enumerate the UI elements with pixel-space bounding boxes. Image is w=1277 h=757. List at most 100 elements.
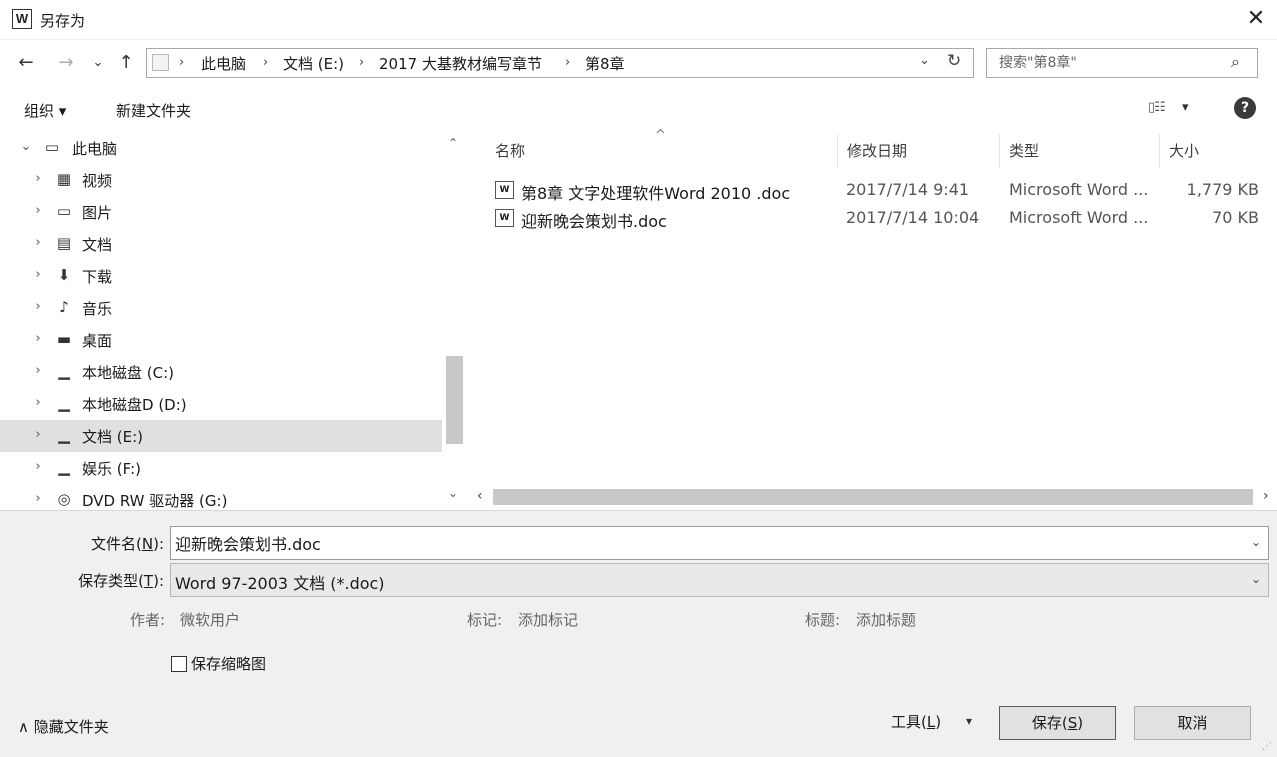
forward-button[interactable]: →	[54, 50, 78, 76]
breadcrumb-this-pc[interactable]: 此电脑	[201, 53, 246, 74]
breadcrumb-separator: ›	[359, 55, 365, 70]
title-field[interactable]: 添加标题	[856, 609, 916, 630]
scroll-left-icon[interactable]: ‹	[477, 488, 483, 504]
author-field[interactable]: 微软用户	[180, 609, 240, 630]
chevron-right-icon[interactable]: ›	[32, 395, 44, 410]
breadcrumb-chapter-8[interactable]: 第8章	[585, 53, 625, 74]
tree-item[interactable]: › ▁ 文档 (E:)	[0, 420, 442, 452]
breadcrumb-textbook-folder[interactable]: 2017 大基教材编写章节	[379, 53, 542, 74]
scrollbar-thumb[interactable]	[446, 356, 463, 444]
tree-item[interactable]: › ▁ 本地磁盘 (C:)	[0, 356, 442, 388]
organize-button[interactable]: 组织 ▾	[24, 100, 66, 121]
help-icon[interactable]: ?	[1234, 97, 1256, 119]
tree-item[interactable]: › ▤ 文档	[0, 228, 442, 260]
tree-item[interactable]: › ◎ DVD RW 驱动器 (G:)	[0, 484, 442, 510]
tools-button[interactable]: 工具(L)	[891, 711, 941, 732]
save-button[interactable]: 保存(S)	[999, 706, 1116, 740]
column-divider[interactable]	[837, 134, 838, 168]
recent-locations-button[interactable]: ⌄	[86, 50, 110, 76]
tree-item[interactable]: › ▁ 娱乐 (F:)	[0, 452, 442, 484]
filename-combobox[interactable]: ⌄	[170, 526, 1269, 560]
scroll-right-icon[interactable]: ›	[1263, 488, 1269, 504]
scroll-up-icon[interactable]: ⌃	[448, 136, 458, 150]
search-input[interactable]	[999, 53, 1219, 73]
chevron-right-icon[interactable]: ›	[32, 459, 44, 474]
view-options-icon[interactable]: ▯☷	[1148, 100, 1166, 115]
scrollbar-thumb[interactable]	[493, 489, 1253, 505]
file-list: ^ 名称 修改日期 类型 大小 W 第8章 文字处理软件Word 2010 .d…	[467, 128, 1277, 510]
filename-input[interactable]	[175, 532, 1235, 554]
new-folder-button[interactable]: 新建文件夹	[116, 100, 191, 121]
search-icon[interactable]: ⌕	[1231, 52, 1240, 72]
drive-icon: ▁	[58, 426, 70, 444]
breadcrumb-separator: ›	[179, 55, 185, 70]
tree-item[interactable]: › ▭ 图片	[0, 196, 442, 228]
tree-item[interactable]: ⌄ ▭ 此电脑	[0, 132, 442, 164]
chevron-right-icon[interactable]: ›	[32, 203, 44, 218]
file-row[interactable]: W 迎新晚会策划书.doc 2017/7/14 10:04 Microsoft …	[487, 205, 1277, 233]
tree-item-label: 本地磁盘D (D:)	[82, 396, 187, 414]
chevron-right-icon[interactable]: ›	[32, 267, 44, 282]
search-box[interactable]: ⌕	[986, 48, 1258, 78]
tree-item-label: 桌面	[82, 332, 113, 350]
chevron-right-icon[interactable]: ›	[32, 299, 44, 314]
chevron-right-icon[interactable]: ›	[32, 171, 44, 186]
column-header-size[interactable]: 大小	[1169, 140, 1199, 161]
up-button[interactable]: ↑	[114, 50, 138, 76]
tree-item[interactable]: › ▦ 视频	[0, 164, 442, 196]
documents-folder-icon: ▤	[56, 234, 72, 252]
breadcrumb-separator: ›	[263, 55, 269, 70]
address-dropdown-button[interactable]: ⌄	[919, 53, 930, 68]
filetype-select[interactable]: Word 97-2003 文档 (*.doc) ⌄	[170, 563, 1269, 597]
tree-item[interactable]: › ⬇ 下载	[0, 260, 442, 292]
back-button[interactable]: ←	[14, 50, 38, 76]
hide-folders-button[interactable]: ∧ 隐藏文件夹	[18, 716, 109, 737]
tags-label: 标记:	[467, 611, 503, 629]
save-thumbnail-checkbox[interactable]	[171, 656, 187, 672]
drive-icon: ▁	[58, 394, 70, 412]
address-bar[interactable]: › 此电脑 › 文档 (E:) › 2017 大基教材编写章节 › 第8章 ⌄ …	[146, 48, 974, 78]
chevron-right-icon[interactable]: ›	[32, 235, 44, 250]
file-date: 2017/7/14 9:41	[846, 180, 970, 199]
chevron-right-icon[interactable]: ›	[32, 331, 44, 346]
chevron-down-icon[interactable]: ⌄	[1251, 535, 1261, 549]
tree-item-label: 本地磁盘 (C:)	[82, 364, 174, 382]
column-header-name[interactable]: 名称	[495, 140, 525, 161]
tree-item[interactable]: › ▬ 桌面	[0, 324, 442, 356]
file-row[interactable]: W 第8章 文字处理软件Word 2010 .doc 2017/7/14 9:4…	[487, 177, 1277, 205]
computer-icon: ▭	[44, 138, 60, 156]
command-toolbar: 组织 ▾ 新建文件夹 ▯☷ ▾ ?	[0, 88, 1277, 130]
save-thumbnail-label[interactable]: 保存缩略图	[191, 653, 266, 674]
refresh-icon[interactable]: ↻	[947, 51, 961, 71]
breadcrumb-drive-e[interactable]: 文档 (E:)	[283, 53, 344, 74]
chevron-right-icon[interactable]: ›	[32, 427, 44, 442]
file-name: 迎新晚会策划书.doc	[521, 212, 667, 231]
column-header-type[interactable]: 类型	[1009, 140, 1039, 161]
drive-icon: ▁	[58, 458, 70, 476]
scroll-down-icon[interactable]: ⌄	[448, 486, 458, 500]
chevron-right-icon[interactable]: ›	[32, 363, 44, 378]
tags-field[interactable]: 添加标记	[518, 609, 578, 630]
file-list-horizontal-scrollbar[interactable]: ‹ ›	[467, 486, 1277, 508]
file-size: 70 KB	[1212, 208, 1259, 227]
file-name: 第8章 文字处理软件Word 2010 .doc	[521, 184, 791, 203]
resize-grip-icon[interactable]: ⋰	[1262, 741, 1272, 752]
close-button[interactable]: ✕	[1240, 4, 1272, 34]
column-divider[interactable]	[1159, 134, 1160, 168]
view-dropdown-button[interactable]: ▾	[1182, 100, 1189, 115]
tree-item-label: 娱乐 (F:)	[82, 460, 141, 478]
tools-dropdown-icon[interactable]: ▾	[966, 714, 972, 728]
chevron-right-icon[interactable]: ›	[32, 491, 44, 506]
save-options-panel: 文件名(N): ⌄ 保存类型(T): Word 97-2003 文档 (*.do…	[0, 510, 1277, 757]
column-header-date[interactable]: 修改日期	[847, 140, 907, 161]
filename-label: 文件名(N):	[91, 535, 164, 553]
chevron-down-icon[interactable]: ⌄	[20, 139, 32, 154]
chevron-down-icon[interactable]: ⌄	[1251, 572, 1261, 586]
cancel-button[interactable]: 取消	[1134, 706, 1251, 740]
tree-item[interactable]: › ♪ 音乐	[0, 292, 442, 324]
nav-pane-scrollbar[interactable]: ⌃ ⌄	[443, 130, 465, 510]
title-bar: W 另存为 ✕	[0, 0, 1277, 40]
sort-ascending-icon: ^	[655, 128, 666, 143]
column-divider[interactable]	[999, 134, 1000, 168]
tree-item[interactable]: › ▁ 本地磁盘D (D:)	[0, 388, 442, 420]
